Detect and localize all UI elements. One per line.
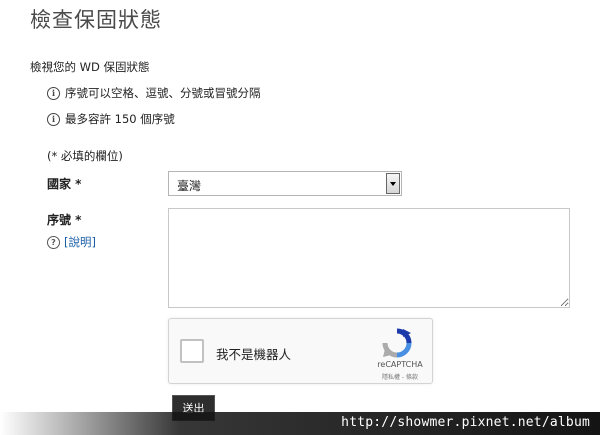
required-note: (* 必填的欄位) <box>47 149 123 163</box>
serial-label: 序號 * <box>47 213 82 227</box>
country-select-value: 臺灣 <box>177 179 202 193</box>
recaptcha-checkbox[interactable] <box>180 339 204 363</box>
question-icon: ? <box>47 235 60 249</box>
info-text: 最多容許 150 個序號 <box>65 112 175 126</box>
chevron-down-icon[interactable] <box>386 173 400 194</box>
recaptcha-logo-icon <box>382 328 412 358</box>
recaptcha-widget: 我不是機器人 reCAPTCHA 隱私權 - 條款 <box>168 318 433 384</box>
page-subtitle: 檢視您的 WD 保固狀態 <box>30 60 150 74</box>
info-line-separators: i 序號可以空格、逗號、分號或冒號分隔 <box>47 85 261 101</box>
country-select[interactable]: 臺灣 <box>168 171 402 196</box>
recaptcha-label: 我不是機器人 <box>216 347 292 362</box>
help-link[interactable]: ? [說明] <box>47 234 96 250</box>
page-title: 檢查保固狀態 <box>30 8 162 32</box>
info-icon: i <box>47 86 60 100</box>
recaptcha-terms[interactable]: 隱私權 - 條款 <box>370 372 430 381</box>
help-link-text[interactable]: [說明] <box>64 234 96 250</box>
watermark-text: http://showmer.pixnet.net/album <box>341 415 590 430</box>
country-label: 國家 * <box>47 177 82 191</box>
watermark-bar: http://showmer.pixnet.net/album <box>0 412 600 435</box>
info-text: 序號可以空格、逗號、分號或冒號分隔 <box>65 86 261 100</box>
info-icon: i <box>47 112 60 126</box>
serial-number-input[interactable] <box>168 208 570 308</box>
recaptcha-brand: reCAPTCHA <box>377 360 423 369</box>
info-line-limit: i 最多容許 150 個序號 <box>47 111 175 127</box>
